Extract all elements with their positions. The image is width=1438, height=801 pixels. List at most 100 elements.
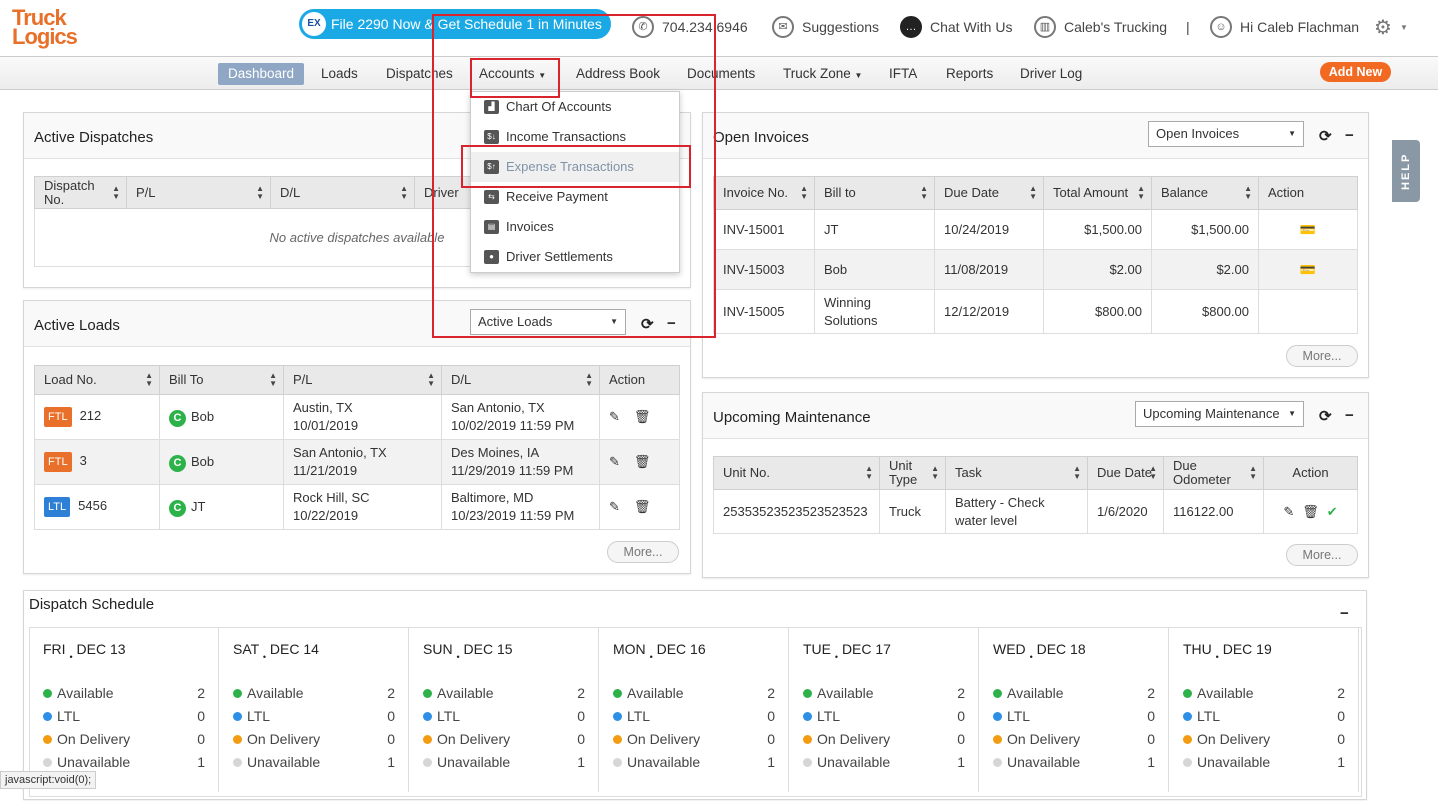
invoice-cell[interactable]: INV-15001 [713,209,815,250]
invoices-more-button[interactable]: More... [1286,345,1358,367]
schedule-status-row[interactable]: On Delivery 0 [423,731,585,751]
schedule-day[interactable]: WED • DEC 18 Available 2 LTL 0 On Delivery 0 Un… [979,627,1169,792]
schedule-status-row[interactable]: Available 2 [613,685,775,705]
col-due-date[interactable]: Due Date [934,176,1044,210]
nav-loads[interactable]: Loads [311,63,368,85]
company-link[interactable]: ▥ Caleb's Trucking [1034,16,1167,38]
schedule-status-row[interactable]: Available 2 [423,685,585,705]
schedule-status-row[interactable]: LTL 0 [423,708,585,728]
open-invoices-select[interactable]: Open Invoices [1148,121,1304,147]
edit-pencil-icon[interactable]: ✎ [1283,504,1294,519]
invoice-cell[interactable]: INV-15005 [713,289,815,334]
col-due-date[interactable]: Due Date [1087,456,1164,490]
schedule-status-row[interactable]: Available 2 [233,685,395,705]
add-new-button[interactable]: Add New [1320,62,1391,82]
settings-gear-icon[interactable]: ⚙ ▼ [1374,17,1408,39]
nav-driver-log[interactable]: Driver Log [1010,63,1092,85]
edit-pencil-icon[interactable]: ✎ [609,454,620,469]
action-cell: 💳 [1258,209,1358,250]
chat-link[interactable]: … Chat With Us [900,16,1012,38]
table-row[interactable]: 25353523523523523523 Truck Battery - Check… [713,489,1358,534]
col-load-no[interactable]: Load No. [34,365,160,395]
col-due-odometer[interactable]: Due Odometer [1163,456,1264,490]
schedule-day[interactable]: FRI • DEC 13 Available 2 LTL 0 On Delivery 0 Un… [29,627,219,792]
col-pl[interactable]: P/L [283,365,442,395]
refresh-icon[interactable]: ⟳ [1319,127,1332,145]
table-row[interactable]: LTL 5456 C JT Rock Hill, SC 10/22/2019 Balt… [34,484,680,530]
nav-truck-zone[interactable]: Truck Zone ▼ [773,63,872,85]
table-row[interactable]: FTL 3 C Bob San Antonio, TX 11/21/2019 Des … [34,439,680,485]
col-bill-to[interactable]: Bill to [814,176,935,210]
schedule-day[interactable]: MON • DEC 16 Available 2 LTL 0 On Delivery 0 Un… [599,627,789,792]
schedule-status-row[interactable]: LTL 0 [43,708,205,728]
collapse-icon[interactable]: − [1345,407,1354,424]
schedule-status-row[interactable]: Available 2 [803,685,965,705]
invoice-cell[interactable]: INV-15003 [713,249,815,290]
nav-dashboard[interactable]: Dashboard [218,63,305,85]
schedule-status-row[interactable]: Unavailable 1 [993,754,1155,774]
schedule-status-row[interactable]: Available 2 [43,685,205,705]
collapse-icon[interactable]: − [1345,127,1354,144]
schedule-status-row[interactable]: On Delivery 0 [1183,731,1345,751]
receive-payment-icon[interactable]: 💳 [1300,262,1316,277]
schedule-status-row[interactable]: Unavailable 1 [233,754,395,774]
complete-maintenance-icon[interactable]: ✔ [1327,504,1338,519]
suggestions-link[interactable]: ✉ Suggestions [772,16,879,38]
delete-trash-icon[interactable]: 🗑 [634,409,651,424]
col-unit-no[interactable]: Unit No. [713,456,880,490]
loads-more-button[interactable]: More... [607,541,679,563]
load-no[interactable]: 3 [80,453,87,468]
user-menu[interactable]: ☺ Hi Caleb Flachman [1210,16,1359,38]
schedule-status-row[interactable]: Unavailable 1 [803,754,965,774]
logo[interactable]: Truck Logics [12,7,112,52]
col-dispatch-no[interactable]: Dispatch No. [34,176,127,209]
edit-pencil-icon[interactable]: ✎ [609,409,620,424]
schedule-status-row[interactable]: LTL 0 [613,708,775,728]
schedule-day[interactable]: SUN • DEC 15 Available 2 LTL 0 On Delivery 0 Un… [409,627,599,792]
invoice-cell: $1,500.00 [1151,209,1259,250]
nav-reports[interactable]: Reports [936,63,1003,85]
schedule-status-row[interactable]: LTL 0 [803,708,965,728]
schedule-status-row[interactable]: On Delivery 0 [803,731,965,751]
schedule-day[interactable]: TUE • DEC 17 Available 2 LTL 0 On Delivery 0 Un… [789,627,979,792]
schedule-day[interactable]: SAT • DEC 14 Available 2 LTL 0 On Delivery 0 Un… [219,627,409,792]
schedule-status-row[interactable]: LTL 0 [1183,708,1345,728]
table-row[interactable]: INV-15001 JT 10/24/2019 $1,500.00 $1,500.00 💳 [713,209,1358,250]
schedule-status-row[interactable]: Available 2 [1183,685,1345,705]
col-total-amount[interactable]: Total Amount [1043,176,1152,210]
col-dl[interactable]: D/L [270,176,415,209]
help-tab[interactable]: HELP [1392,140,1420,202]
schedule-status-row[interactable]: On Delivery 0 [613,731,775,751]
schedule-day[interactable]: THU • DEC 19 Available 2 LTL 0 On Delivery 0 Un… [1169,627,1359,792]
col-dl[interactable]: D/L [441,365,600,395]
schedule-status-row[interactable]: LTL 0 [993,708,1155,728]
delete-trash-icon[interactable]: 🗑 [634,499,651,514]
col-bill-to[interactable]: Bill To [159,365,284,395]
schedule-status-row[interactable]: On Delivery 0 [233,731,395,751]
col-unit-type[interactable]: Unit Type [879,456,946,490]
col-pl[interactable]: P/L [126,176,271,209]
delete-trash-icon[interactable]: 🗑 [634,454,651,469]
schedule-status-row[interactable]: On Delivery 0 [43,731,205,751]
maintenance-select[interactable]: Upcoming Maintenance [1135,401,1304,427]
schedule-status-row[interactable]: Unavailable 1 [1183,754,1345,774]
schedule-status-row[interactable]: On Delivery 0 [993,731,1155,751]
load-no[interactable]: 5456 [78,498,107,513]
schedule-status-row[interactable]: Available 2 [993,685,1155,705]
col-task[interactable]: Task [945,456,1088,490]
nav-ifta[interactable]: IFTA [879,63,927,85]
col-invoice-no[interactable]: Invoice No. [713,176,815,210]
refresh-icon[interactable]: ⟳ [1319,407,1332,425]
receive-payment-icon[interactable]: 💳 [1300,222,1316,237]
maintenance-more-button[interactable]: More... [1286,544,1358,566]
load-no[interactable]: 212 [80,408,102,423]
schedule-status-row[interactable]: Unavailable 1 [613,754,775,774]
schedule-status-row[interactable]: Unavailable 1 [423,754,585,774]
schedule-status-row[interactable]: LTL 0 [233,708,395,728]
delete-trash-icon[interactable]: 🗑 [1302,504,1319,519]
table-row[interactable]: FTL 212 C Bob Austin, TX 10/01/2019 San Ant… [34,394,680,440]
col-balance[interactable]: Balance [1151,176,1259,210]
table-row[interactable]: INV-15005 Winning Solutions 12/12/2019 $800… [713,289,1358,334]
table-row[interactable]: INV-15003 Bob 11/08/2019 $2.00 $2.00 💳 [713,249,1358,290]
edit-pencil-icon[interactable]: ✎ [609,499,620,514]
